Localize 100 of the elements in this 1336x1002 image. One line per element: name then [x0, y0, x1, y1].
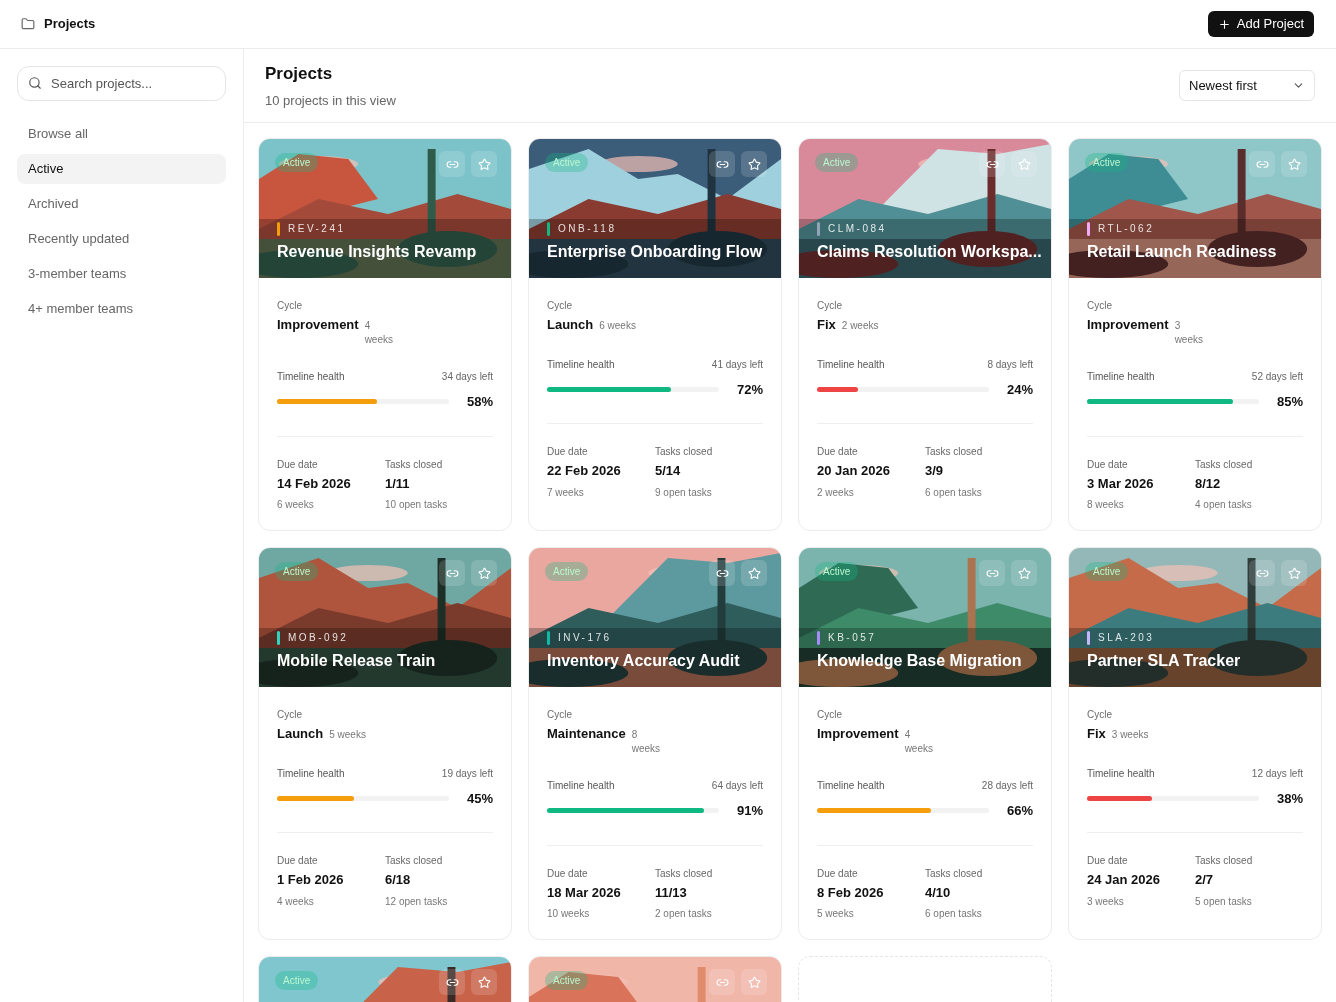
- tasks-closed: 3/9: [925, 462, 945, 480]
- cycle-name: Fix: [1087, 725, 1106, 743]
- project-card[interactable]: Active INV-176 Inventory Accuracy Audit Cycle Maintenance 8 weeks Timeline health 64 days left 91% Due date 18 Mar 2026 10 weeks Tasks closed 11/13 2 open tasks: [528, 547, 782, 940]
- days-left: 64 days left: [711, 779, 763, 793]
- open-tasks: 12 open tasks: [385, 894, 449, 909]
- days-left: 34 days left: [441, 370, 493, 384]
- open-tasks: 6 open tasks: [925, 485, 983, 500]
- project-code: KB-057: [828, 631, 877, 645]
- field-label: Cycle: [1087, 299, 1113, 313]
- field-label: Due date: [1087, 457, 1129, 472]
- favorite-button[interactable]: [741, 560, 767, 586]
- cycle-length: 8 weeks: [631, 728, 662, 756]
- cycle-length: 3 weeks: [1111, 728, 1149, 742]
- open-tasks: 10 open tasks: [385, 498, 449, 512]
- status-badge: Active: [545, 971, 589, 990]
- search-field[interactable]: Search projects...: [17, 66, 226, 101]
- cycle-name: Improvement: [1087, 316, 1169, 334]
- project-title: Inventory Accuracy Audit: [547, 651, 741, 671]
- due-date: 24 Jan 2026: [1087, 871, 1161, 889]
- due-weeks: 2 weeks: [817, 485, 855, 500]
- project-title: Enterprise Onboarding Flow: [547, 242, 764, 262]
- status-badge: Active: [1085, 562, 1129, 581]
- status-badge: Active: [275, 153, 319, 172]
- project-code: MOB-092: [288, 631, 349, 645]
- favorite-button[interactable]: [1281, 560, 1307, 586]
- field-label: Cycle: [817, 708, 843, 722]
- star-icon: [1287, 566, 1301, 580]
- due-weeks: 3 weeks: [1087, 894, 1125, 909]
- field-label: Tasks closed: [1195, 854, 1254, 868]
- project-code: REV-241: [288, 222, 346, 236]
- field-label: Due date: [277, 854, 319, 868]
- field-label: Tasks closed: [385, 854, 444, 868]
- sidebar-item[interactable]: Browse all: [17, 119, 226, 149]
- field-label: Cycle: [1087, 708, 1113, 722]
- favorite-button[interactable]: [471, 560, 497, 586]
- cycle-name: Fix: [817, 316, 836, 334]
- field-label: Timeline health: [547, 357, 615, 372]
- health-percent: 85%: [1275, 393, 1303, 411]
- sidebar-item[interactable]: 4+ member teams: [17, 294, 226, 324]
- field-label: Timeline health: [277, 370, 345, 384]
- field-label: Timeline health: [1087, 766, 1155, 781]
- field-label: Timeline health: [1087, 370, 1155, 384]
- tasks-closed: 1/11: [385, 474, 411, 493]
- due-date: 18 Mar 2026: [547, 883, 622, 902]
- project-card[interactable]: Active CLM-084 Claims Resolution Workspa... Cycle Fix 2 weeks Timeline health 8 days left 24% Due date 20 Jan 2026 2 weeks Tasks closed 3/9 6 open tasks: [798, 138, 1052, 531]
- favorite-button[interactable]: [741, 151, 767, 177]
- field-label: Cycle: [277, 299, 303, 313]
- sidebar-item[interactable]: 3-member teams: [17, 259, 226, 289]
- field-label: Due date: [1087, 854, 1129, 868]
- star-icon: [477, 566, 491, 580]
- link-button[interactable]: [1249, 560, 1275, 586]
- field-label: Due date: [817, 445, 859, 459]
- field-label: Tasks closed: [655, 445, 714, 459]
- star-icon: [747, 566, 761, 580]
- sidebar-item[interactable]: Recently updated: [17, 224, 226, 254]
- field-label: Tasks closed: [1195, 457, 1254, 472]
- link-button[interactable]: [439, 969, 465, 995]
- health-percent: 38%: [1275, 789, 1303, 808]
- sort-select[interactable]: Newest first: [1179, 70, 1315, 101]
- field-label: Timeline health: [817, 357, 885, 372]
- health-percent: 45%: [465, 789, 493, 808]
- due-weeks: 7 weeks: [547, 485, 585, 500]
- link-button[interactable]: [709, 560, 735, 586]
- cycle-name: Launch: [277, 725, 324, 743]
- project-title: Mobile Release Train: [277, 651, 437, 671]
- star-icon: [1017, 566, 1031, 580]
- star-icon: [1017, 157, 1031, 171]
- favorite-button[interactable]: [471, 969, 497, 995]
- field-label: Due date: [277, 457, 319, 472]
- health-percent: 58%: [465, 393, 493, 411]
- page-title: Projects: [265, 63, 334, 85]
- days-left: 52 days left: [1251, 370, 1303, 384]
- link-button[interactable]: [439, 560, 465, 586]
- project-card[interactable]: Active ONB-118 Enterprise Onboarding Flow Cycle Launch 6 weeks Timeline health 41 days left 72% Due date 22 Feb 2026 7 weeks Tasks closed 5/14 9 open tasks: [528, 138, 782, 531]
- cycle-length: 6 weeks: [599, 319, 636, 333]
- field-label: Due date: [817, 866, 859, 881]
- plus-icon: [1217, 17, 1231, 31]
- tasks-closed: 2/7: [1195, 871, 1215, 889]
- link-button[interactable]: [979, 151, 1005, 177]
- open-tasks: 9 open tasks: [655, 485, 713, 500]
- add-project-button[interactable]: Add Project: [1207, 11, 1314, 37]
- tasks-closed: 5/14: [655, 462, 682, 480]
- project-title: Partner SLA Tracker: [1087, 651, 1242, 671]
- project-card[interactable]: Active SLA-203 Partner SLA Tracker Cycle Fix 3 weeks Timeline health 12 days left 38% Due date 24 Jan 2026 3 weeks Tasks closed 2/7 5 open tasks: [1068, 547, 1322, 940]
- days-left: 19 days left: [441, 766, 493, 781]
- tasks-closed: 8/12: [1195, 474, 1222, 493]
- project-code: ONB-118: [558, 222, 617, 236]
- days-left: 12 days left: [1251, 766, 1303, 781]
- due-date: 1 Feb 2026: [277, 871, 345, 889]
- status-badge: Active: [815, 153, 859, 172]
- health-percent: 24%: [1005, 380, 1033, 399]
- sidebar-item[interactable]: Archived: [17, 189, 226, 219]
- project-card[interactable]: Active MOB-092 Mobile Release Train Cycle Launch 5 weeks Timeline health 19 days left 45% Due date 1 Feb 2026 4 weeks Tasks closed 6/18 12 open tasks: [258, 547, 512, 940]
- field-label: Due date: [547, 445, 589, 459]
- sidebar-item[interactable]: Active: [17, 154, 226, 184]
- field-label: Timeline health: [817, 779, 885, 793]
- app-title: Projects: [44, 15, 96, 34]
- star-icon: [477, 975, 491, 989]
- link-button[interactable]: [709, 151, 735, 177]
- due-date: 8 Feb 2026: [817, 883, 885, 902]
